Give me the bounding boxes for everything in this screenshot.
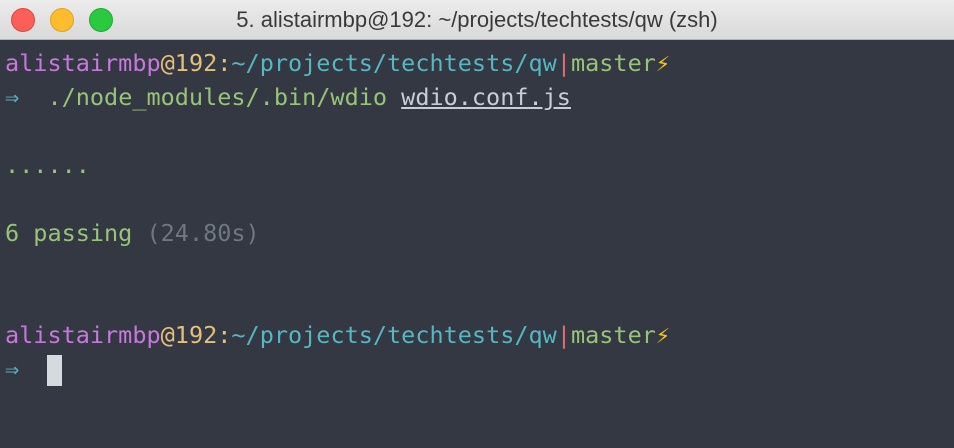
command-argument: wdio.conf.js xyxy=(401,83,571,111)
prompt-path: ~/projects/techtests/qw xyxy=(231,321,557,349)
prompt-path: ~/projects/techtests/qw xyxy=(231,49,557,77)
prompt-separator: | xyxy=(556,321,571,349)
prompt-line: alistairmbp@192:~/projects/techtests/qw|… xyxy=(5,46,670,80)
test-progress-dots: ...... xyxy=(5,148,90,182)
progress-dots: ...... xyxy=(5,151,90,179)
prompt-host: 192 xyxy=(174,321,218,349)
input-line[interactable]: ⇒ xyxy=(5,352,63,386)
passing-count: 6 passing xyxy=(5,219,133,247)
text-cursor[interactable] xyxy=(47,355,63,386)
prompt-host: 192 xyxy=(174,49,218,77)
prompt-branch: master xyxy=(570,321,656,349)
prompt-user: alistairmbp xyxy=(5,49,161,77)
prompt-user: alistairmbp xyxy=(5,321,161,349)
title-bar[interactable]: 5. alistairmbp@192: ~/projects/techtests… xyxy=(0,0,954,40)
prompt-separator: | xyxy=(556,49,571,77)
lightning-icon: ⚡ xyxy=(655,49,671,77)
lightning-icon: ⚡ xyxy=(655,321,671,349)
test-summary: 6 passing (24.80s) xyxy=(5,216,260,250)
command-program: ./node_modules/.bin/wdio xyxy=(47,83,388,111)
test-duration: (24.80s) xyxy=(146,219,260,247)
prompt-arrow-icon: ⇒ xyxy=(5,83,20,111)
prompt-branch: master xyxy=(570,49,656,77)
prompt-line-2: alistairmbp@192:~/projects/techtests/qw|… xyxy=(5,318,670,352)
prompt-colon: : xyxy=(217,49,232,77)
prompt-at: @ xyxy=(160,49,175,77)
prompt-colon: : xyxy=(217,321,232,349)
prompt-arrow-icon: ⇒ xyxy=(5,355,20,383)
terminal-output[interactable]: alistairmbp@192:~/projects/techtests/qw|… xyxy=(5,46,954,410)
window-title: 5. alistairmbp@192: ~/projects/techtests… xyxy=(236,7,718,32)
prompt-at: @ xyxy=(160,321,175,349)
command-line: ⇒ ./node_modules/.bin/wdio wdio.conf.js xyxy=(5,80,571,114)
terminal-window: 5. alistairmbp@192: ~/projects/techtests… xyxy=(0,0,954,448)
